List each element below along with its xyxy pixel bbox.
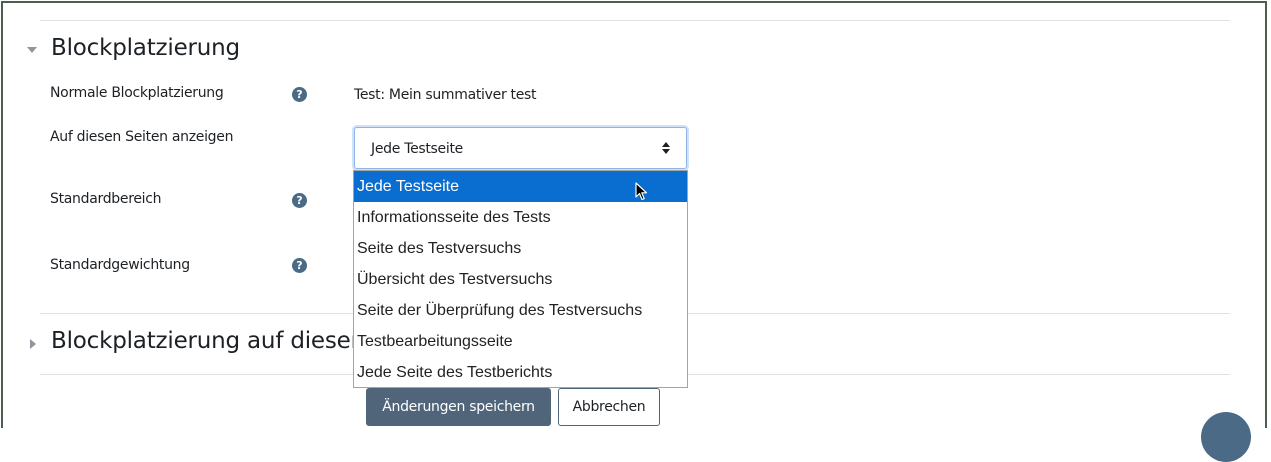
divider-top xyxy=(40,20,1230,21)
pages-select[interactable]: Jede Testseite xyxy=(354,127,687,169)
select-arrows-icon xyxy=(662,141,670,155)
mouse-cursor-icon xyxy=(635,182,648,201)
label-normal-placement: Normale Blockplatzierung xyxy=(50,85,224,101)
label-show-on-pages: Auf diesen Seiten anzeigen xyxy=(50,129,234,145)
help-icon[interactable]: ? xyxy=(292,258,307,273)
save-changes-button[interactable]: Änderungen speichern xyxy=(366,388,551,426)
dropdown-option[interactable]: Seite der Überprüfung des Testversuchs xyxy=(354,295,687,326)
pages-select-value: Jede Testseite xyxy=(371,141,463,157)
dropdown-option[interactable]: Übersicht des Testversuchs xyxy=(354,264,687,295)
help-icon[interactable]: ? xyxy=(292,193,307,208)
normal-placement-value: Test: Mein summativer test xyxy=(354,87,537,103)
collapse-toggle-icon[interactable] xyxy=(27,47,37,53)
floating-help-button[interactable] xyxy=(1201,412,1251,462)
section-title-placement-on-page[interactable]: Blockplatzierung auf dieser xyxy=(51,328,360,354)
label-default-weight: Standardgewichtung xyxy=(50,257,190,273)
dropdown-option[interactable]: Testbearbeitungsseite xyxy=(354,326,687,357)
pages-dropdown-list[interactable]: Jede Testseite Informationsseite des Tes… xyxy=(353,170,688,388)
label-default-region: Standardbereich xyxy=(50,191,162,207)
dropdown-option[interactable]: Informationsseite des Tests xyxy=(354,202,687,233)
help-icon[interactable]: ? xyxy=(292,87,307,102)
dropdown-option[interactable]: Jede Seite des Testberichts xyxy=(354,357,687,388)
expand-toggle-icon[interactable] xyxy=(30,339,36,349)
section-title-blockplatzierung[interactable]: Blockplatzierung xyxy=(51,35,240,61)
cancel-button[interactable]: Abbrechen xyxy=(558,388,660,426)
dropdown-option[interactable]: Seite des Testversuchs xyxy=(354,233,687,264)
